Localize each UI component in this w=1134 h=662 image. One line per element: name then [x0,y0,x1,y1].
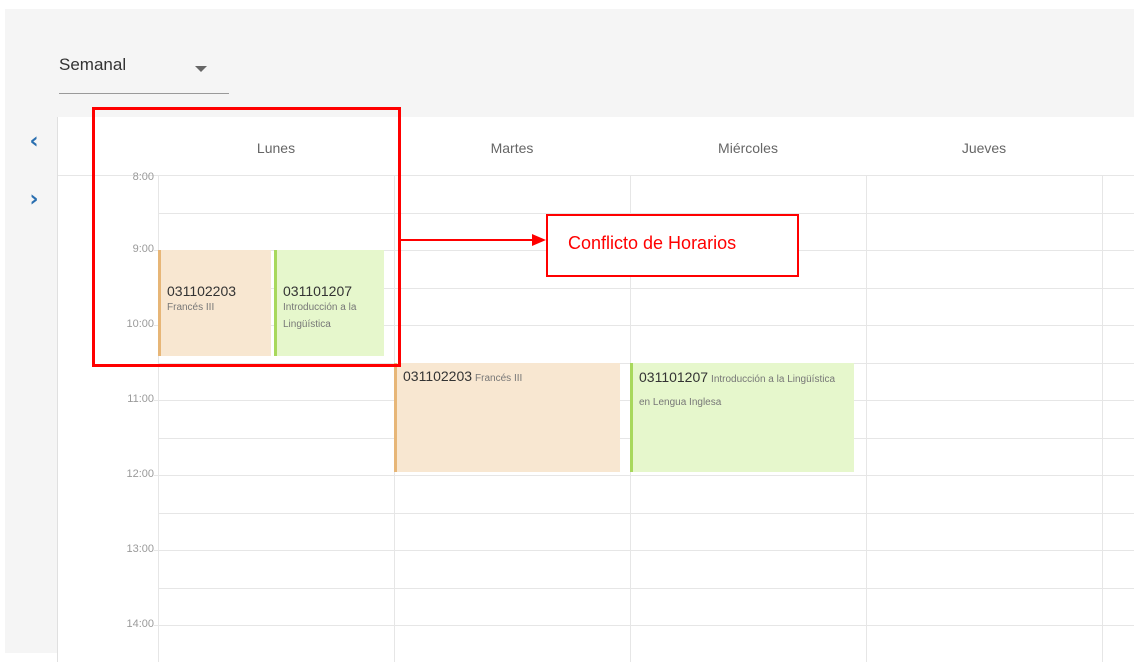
caret-down-icon [195,66,207,72]
day-header-martes: Martes [490,140,534,156]
time-label: 13:00 [126,543,154,555]
chevron-left-icon[interactable]: ‹ [25,131,43,153]
grid-hline [154,475,1134,476]
annotation-text: Conflicto de Horarios [568,233,737,253]
time-label: 14:00 [126,618,154,630]
page-background: Semanal ‹ › Lunes Martes Miércoles Jueve… [0,0,1134,662]
day-header-jueves: Jueves [961,140,1007,156]
grid-hline [158,513,1134,514]
time-label: 12:00 [126,468,154,480]
grid-hline [158,588,1134,589]
event-code: 031102203 [403,368,473,384]
event-miercoles-introduccion[interactable]: 031101207 Introducción a la Lingüística e… [630,363,854,472]
view-select-value: Semanal [59,55,127,74]
grid-hline [154,550,1134,551]
event-code: 031101207 [639,369,709,385]
day-header-miercoles: Miércoles [718,140,778,156]
grid-hline [154,625,1134,626]
conflict-annotation: Conflicto de Horarios [546,214,799,277]
event-martes-frances[interactable]: 031102203 Francés III [394,363,620,472]
conflict-highlight-box [92,107,401,367]
chevron-right-icon[interactable]: › [25,189,43,211]
view-select[interactable]: Semanal [59,45,229,94]
time-label: 11:00 [127,393,154,405]
event-name: Francés III [475,373,523,384]
